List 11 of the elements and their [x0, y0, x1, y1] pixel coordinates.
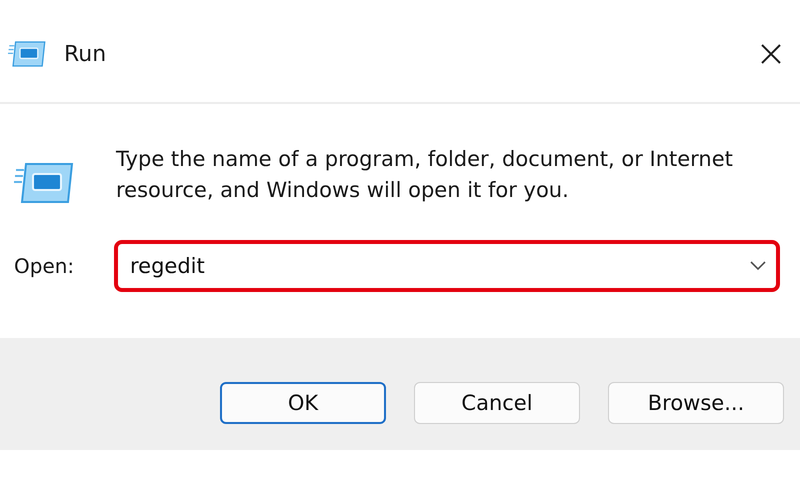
close-icon — [760, 43, 782, 65]
window-title: Run — [64, 42, 108, 66]
open-label: Open: — [14, 254, 76, 278]
dialog-button[interactable]: Browse... — [608, 382, 784, 424]
dialog-button[interactable]: OK — [220, 382, 386, 424]
open-field[interactable]: regedit — [114, 240, 780, 292]
dialog-button[interactable]: Cancel — [414, 382, 580, 424]
run-icon — [14, 162, 74, 204]
instruction-text: Type the name of a program, folder, document, or Internet resource, and Windows will open it for you. — [116, 146, 734, 204]
dropdown-caret-icon[interactable] — [750, 261, 766, 271]
run-icon — [8, 40, 46, 68]
